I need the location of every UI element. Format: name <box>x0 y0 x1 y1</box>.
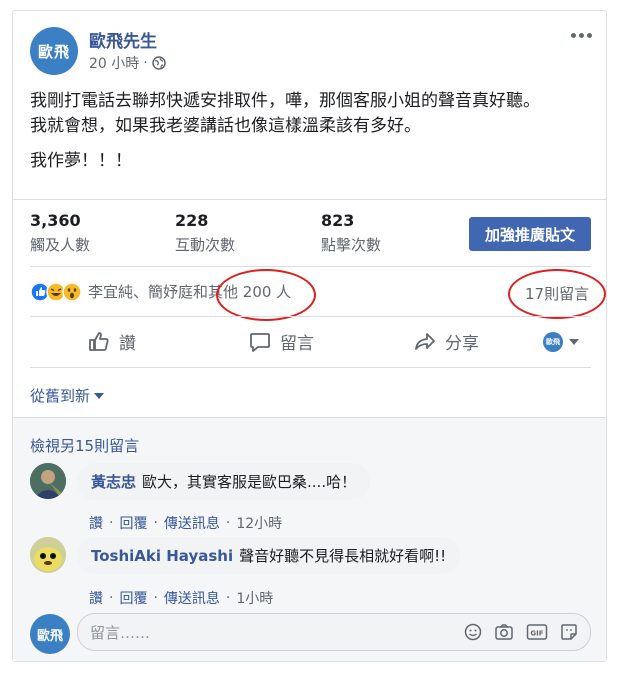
comment-actions: 讚 · 回覆 · 傳送訊息 · 12小時 <box>89 513 282 533</box>
post-meta: 20 小時 · <box>89 53 166 73</box>
comment-text: 歐大，其實客服是歐巴桑....哈！ <box>142 473 357 491</box>
comment-input[interactable]: 留言…… GIF <box>77 613 591 651</box>
page-name[interactable]: 歐飛先生 <box>89 27 157 52</box>
comment-reply-link[interactable]: 回覆 <box>119 513 147 533</box>
divider <box>30 316 591 317</box>
post-as-avatar: 歐飛 <box>543 332 563 352</box>
share-label: 分享 <box>445 334 479 354</box>
commenter-avatar-image <box>30 537 66 573</box>
stat-reach[interactable]: 3,360 觸及人數 <box>30 211 90 255</box>
stat-clicks[interactable]: 823 點擊次數 <box>321 211 381 255</box>
comment-input-placeholder: 留言…… <box>90 623 151 642</box>
caret-down-icon <box>569 339 579 345</box>
stat-clicks-value: 823 <box>321 211 355 230</box>
meta-dot: · <box>143 55 148 71</box>
comment-icon <box>250 332 270 352</box>
comment-bubble: 黃志忠 歐大，其實客服是歐巴桑....哈！ <box>77 463 371 500</box>
comment-reply-link[interactable]: 回覆 <box>119 588 147 608</box>
commenter-avatar[interactable] <box>30 463 66 499</box>
separator-dot: · <box>109 515 114 531</box>
commenter-avatar[interactable] <box>30 537 66 573</box>
more-options-icon[interactable] <box>571 33 592 38</box>
post-as-avatar-text: 歐飛 <box>546 338 560 346</box>
camera-icon[interactable] <box>494 623 514 641</box>
gif-icon[interactable]: GIF <box>526 623 548 641</box>
post-card: 歐飛 歐飛先生 20 小時 · 我剛打電話去聯邦快遞安排取件，嘩，那個客服小姐的… <box>12 10 607 662</box>
svg-text:GIF: GIF <box>530 630 543 638</box>
separator-dot: · <box>225 515 231 531</box>
wow-reaction-icon <box>62 281 82 302</box>
composer-avatar-text: 歐飛 <box>36 628 63 644</box>
divider <box>30 367 591 368</box>
separator-dot: · <box>225 590 231 606</box>
comment-bubble: ToshiAki Hayashi 聲音好聽不見得長相就好看啊!! <box>77 537 461 574</box>
boost-post-button[interactable]: 加強推廣貼文 <box>469 217 591 251</box>
post-text-line-2: 我就會想，如果我老婆講話也像這樣溫柔該有多好。 <box>30 116 421 136</box>
stat-reach-label: 觸及人數 <box>30 236 91 254</box>
comment-text: 聲音好聽不見得長相就好看啊!! <box>239 547 447 565</box>
post-time[interactable]: 20 小時 <box>89 53 139 73</box>
stat-reach-value: 3,360 <box>30 211 81 230</box>
commenter-avatar-image <box>30 463 66 499</box>
composer-avatar: 歐飛 <box>30 614 70 654</box>
page-avatar-text: 歐飛 <box>37 42 70 61</box>
emoji-icon[interactable] <box>464 623 482 641</box>
comment-actions: 讚 · 回覆 · 傳送訊息 · 1小時 <box>89 588 273 608</box>
share-icon <box>415 332 435 350</box>
comment-label: 留言 <box>280 334 314 354</box>
post-text-line-1: 我剛打電話去聯邦快遞安排取件，嘩，那個客服小姐的聲音真好聽。 <box>30 91 540 111</box>
post-as-selector[interactable]: 歐飛 <box>543 332 579 352</box>
like-label: 讚 <box>119 334 136 354</box>
comment-time[interactable]: 12小時 <box>236 513 282 533</box>
composer-icons: GIF <box>464 623 578 641</box>
separator-dot: · <box>153 590 158 606</box>
post-text-line-3: 我作夢！！！ <box>30 151 132 171</box>
separator-dot: · <box>109 590 114 606</box>
separator-dot: · <box>153 515 158 531</box>
comment-button[interactable]: 留言 <box>248 329 314 354</box>
like-button[interactable]: 讚 <box>87 329 136 354</box>
comment-message-link[interactable]: 傳送訊息 <box>164 588 220 608</box>
stat-engagement-value: 228 <box>175 211 209 230</box>
sort-label: 從舊到新 <box>30 387 91 405</box>
comment-time[interactable]: 1小時 <box>236 588 273 608</box>
comment-author[interactable]: 黃志忠 <box>91 473 136 491</box>
share-button[interactable]: 分享 <box>413 329 479 354</box>
globe-icon <box>151 56 166 70</box>
stat-engagement-label: 互動次數 <box>175 236 236 254</box>
divider <box>13 417 606 418</box>
sticker-icon[interactable] <box>560 623 578 641</box>
comment-like-link[interactable]: 讚 <box>89 513 103 533</box>
annotation-circle-reactions <box>216 269 316 321</box>
caret-down-icon <box>94 392 105 399</box>
stat-clicks-label: 點擊次數 <box>321 236 382 254</box>
comment-author[interactable]: ToshiAki Hayashi <box>91 547 233 565</box>
divider <box>13 199 606 200</box>
view-more-comments-link[interactable]: 檢視另15則留言 <box>30 435 139 456</box>
divider <box>30 266 591 267</box>
comment-message-link[interactable]: 傳送訊息 <box>164 513 220 533</box>
thumbs-up-icon <box>89 331 109 351</box>
comment-sort-selector[interactable]: 從舊到新 <box>30 385 105 406</box>
stat-engagement[interactable]: 228 互動次數 <box>175 211 235 255</box>
annotation-circle-comments <box>508 269 606 319</box>
comment-like-link[interactable]: 讚 <box>89 588 103 608</box>
page-avatar[interactable]: 歐飛 <box>30 27 78 75</box>
